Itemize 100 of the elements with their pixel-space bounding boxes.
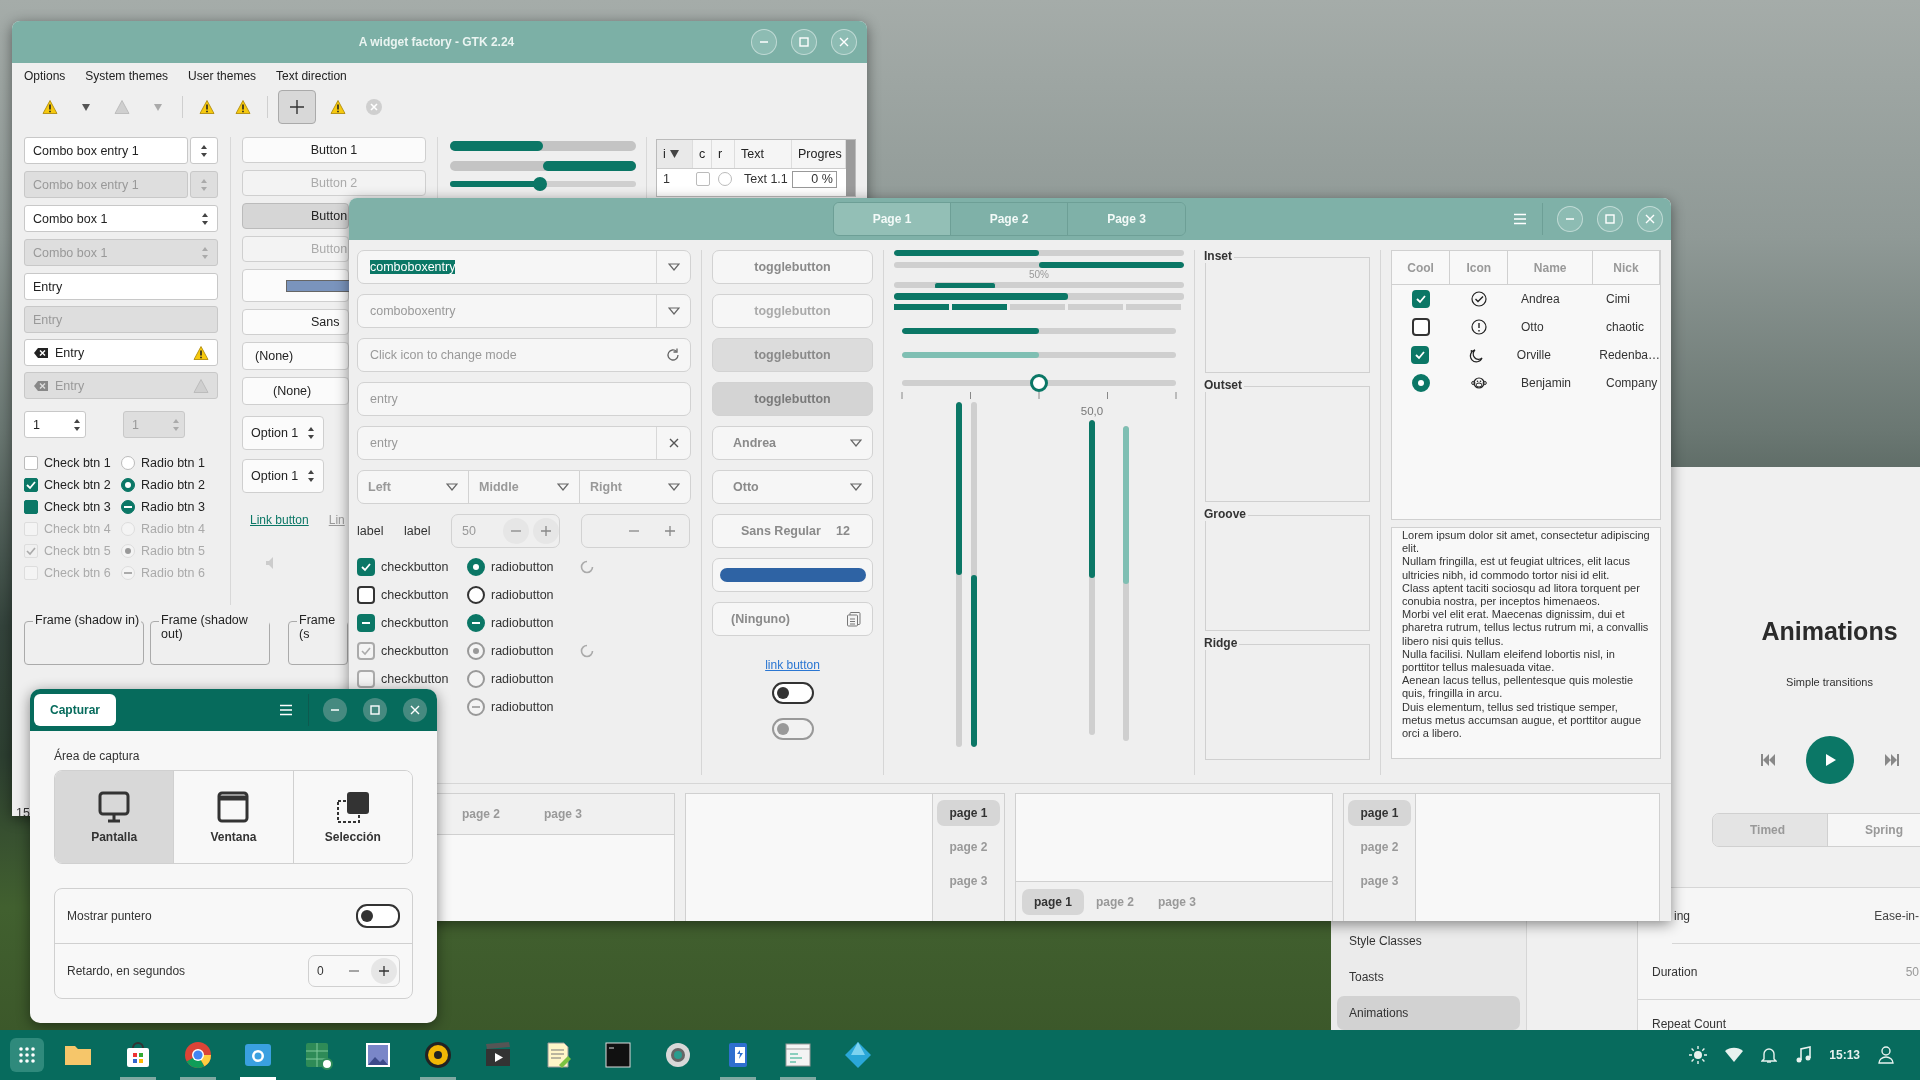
tab[interactable]: page 1	[937, 800, 1000, 826]
radio-button[interactable]	[1412, 374, 1430, 392]
column-header[interactable]: Cool	[1392, 251, 1451, 284]
music-note-icon[interactable]	[1795, 1046, 1812, 1064]
tab[interactable]: page 3	[937, 868, 1000, 894]
app-launcher-button[interactable]	[10, 1038, 44, 1072]
file-chooser-button[interactable]: (Ninguno)	[712, 602, 873, 636]
push-button[interactable]: Button	[242, 203, 349, 229]
warning-icon[interactable]	[199, 99, 215, 115]
tab[interactable]: page 3	[1146, 889, 1209, 915]
radio-button[interactable]	[121, 456, 135, 470]
toggle-button[interactable]: togglebutton	[712, 250, 873, 284]
title-button[interactable]: Capturar	[34, 694, 116, 726]
skip-back-icon[interactable]	[1759, 752, 1776, 768]
toggle-button[interactable]: togglebutton	[712, 338, 873, 372]
tab[interactable]: page 3	[532, 801, 595, 827]
combo-box[interactable]: Right	[579, 470, 691, 504]
color-button[interactable]	[242, 269, 349, 302]
gear-icon[interactable]	[663, 1040, 693, 1070]
wifi-icon[interactable]	[1725, 1047, 1744, 1063]
checkbox[interactable]	[1412, 318, 1430, 336]
combo-box[interactable]: Combo box 1	[24, 205, 218, 232]
combo-box[interactable]: Left	[357, 470, 469, 504]
tab[interactable]: page 1	[1022, 889, 1084, 915]
plus-button[interactable]	[371, 958, 397, 984]
warning-icon[interactable]	[42, 99, 58, 115]
warning-icon[interactable]	[235, 99, 251, 115]
minimize-button[interactable]	[323, 698, 347, 722]
column-header[interactable]: Icon	[1450, 251, 1509, 284]
play-button[interactable]	[1805, 736, 1854, 784]
settings-row[interactable]: ing Ease-in-	[1672, 888, 1920, 944]
checkbox[interactable]	[1412, 290, 1430, 308]
text-field[interactable]: Entry	[24, 273, 218, 300]
capture-mode-button[interactable]: Pantalla	[55, 771, 175, 863]
clock[interactable]: 15:13	[1829, 1048, 1860, 1062]
radio-button[interactable]	[467, 614, 485, 632]
text-field[interactable]: entry	[357, 426, 691, 460]
spreadsheet-icon[interactable]	[303, 1040, 333, 1070]
column-header[interactable]: i	[657, 140, 693, 168]
checkbox[interactable]	[357, 586, 375, 604]
sidebar-item[interactable]: Toasts	[1337, 960, 1520, 994]
push-button[interactable]: Button 1	[242, 137, 426, 163]
link[interactable]: link button	[765, 658, 820, 672]
radio-button[interactable]	[467, 558, 485, 576]
settings-row[interactable]: Repeat Count	[1638, 1000, 1920, 1033]
mode-toggle[interactable]: Spring	[1828, 814, 1920, 846]
clear-icon[interactable]	[667, 437, 680, 449]
color-button[interactable]	[712, 558, 873, 592]
menu-item[interactable]: User themes	[188, 69, 257, 83]
close-button[interactable]	[403, 698, 427, 722]
settings-row[interactable]: Duration 50	[1638, 944, 1920, 1000]
text-field[interactable]: entry	[357, 382, 691, 416]
text-field[interactable]: Click icon to change mode	[357, 338, 691, 372]
combo-box-entry[interactable]: Combo box entry 1	[24, 137, 188, 164]
column-header[interactable]: Nick	[1593, 251, 1660, 284]
tab[interactable]: Page 1	[834, 203, 951, 235]
spin-field[interactable]: 0	[308, 955, 400, 987]
checkbox[interactable]	[24, 500, 38, 514]
switch[interactable]	[356, 904, 400, 928]
column-header[interactable]: Text	[735, 140, 792, 168]
window-icon[interactable]	[783, 1040, 813, 1070]
column-header[interactable]: r	[712, 140, 735, 168]
slider-handle[interactable]	[1030, 374, 1048, 392]
link[interactable]: Link button	[250, 513, 309, 527]
radio-button[interactable]	[121, 478, 135, 492]
tab[interactable]: page 2	[937, 834, 1000, 860]
mode-toggle[interactable]: Timed	[1713, 814, 1828, 846]
image-icon[interactable]	[363, 1040, 393, 1070]
refresh-icon[interactable]	[665, 347, 681, 363]
checkbox[interactable]	[696, 172, 710, 186]
dropdown-button[interactable]	[190, 137, 218, 164]
add-button[interactable]	[278, 90, 316, 124]
checkbox[interactable]	[357, 614, 375, 632]
user-icon[interactable]	[1878, 1046, 1894, 1064]
skip-forward-icon[interactable]	[1883, 752, 1900, 768]
sidebar-item[interactable]: Animations	[1337, 996, 1520, 1030]
switch[interactable]	[771, 682, 814, 704]
text-view[interactable]	[1391, 527, 1661, 759]
option-spin-button[interactable]: Option 1	[242, 459, 324, 493]
slider-handle[interactable]	[533, 177, 548, 191]
radio-button[interactable]	[121, 500, 135, 514]
sidebar-item[interactable]: Style Classes	[1337, 924, 1520, 958]
radio-button[interactable]	[467, 586, 485, 604]
tab[interactable]: page 2	[1348, 834, 1411, 860]
diamond-icon[interactable]	[843, 1040, 873, 1070]
file-chooser-button[interactable]: (None)	[242, 342, 349, 370]
bell-icon[interactable]	[1761, 1046, 1778, 1064]
tab[interactable]: page 1	[1348, 800, 1411, 826]
column-header[interactable]: Name	[1508, 251, 1593, 284]
terminal-icon[interactable]	[603, 1040, 633, 1070]
option-spin-button[interactable]: Option 1	[242, 416, 324, 450]
menu-icon[interactable]	[278, 702, 294, 718]
warning-icon[interactable]	[330, 99, 346, 115]
menu-item[interactable]: Options	[24, 69, 66, 83]
dropdown-arrow-icon[interactable]	[81, 102, 91, 112]
text-field[interactable]: Entry	[24, 339, 218, 366]
combo-box[interactable]: Middle	[468, 470, 580, 504]
file-chooser-button[interactable]: (None)	[242, 377, 349, 405]
brightness-icon[interactable]	[1689, 1046, 1708, 1064]
maximize-button[interactable]	[363, 698, 387, 722]
